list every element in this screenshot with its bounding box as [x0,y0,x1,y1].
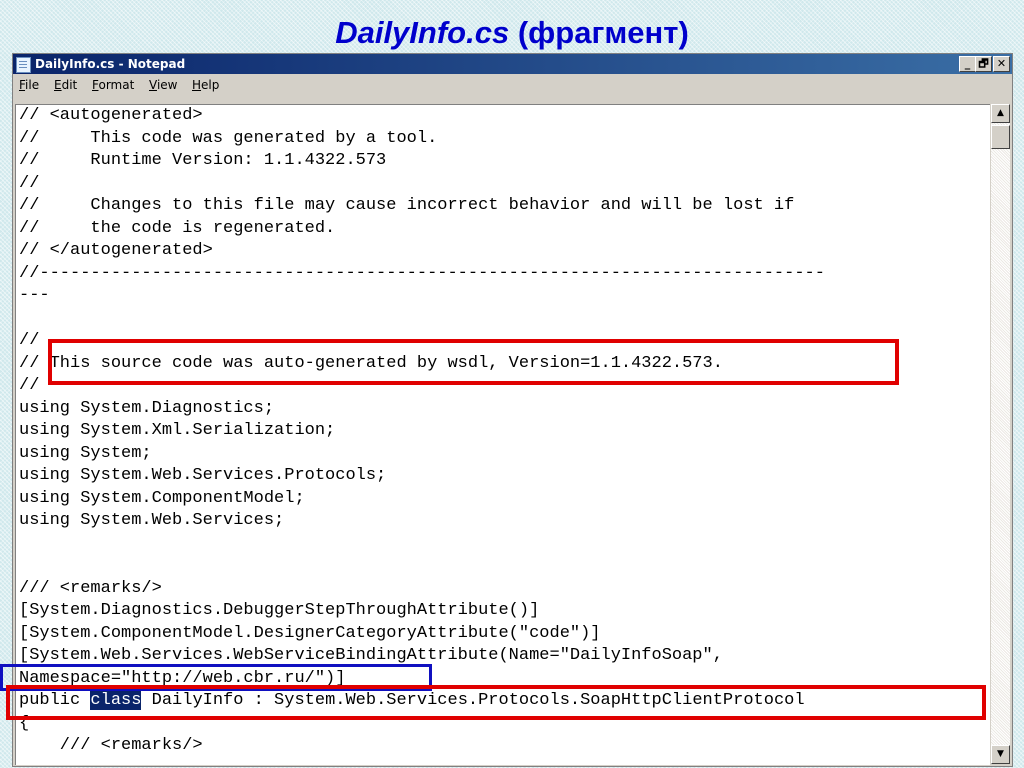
scroll-up-button[interactable]: ▲ [991,104,1010,123]
code-line: using System; [19,443,152,463]
code-line: [System.Diagnostics.DebuggerStepThroughA… [19,601,540,620]
code-line: // [19,331,40,350]
code-line: //--------------------------------------… [19,263,825,283]
code-line: using System.Web.Services; [19,511,285,530]
slide-title-note: (фрагмент) [517,15,689,50]
menu-file[interactable]: File [19,78,39,92]
close-button[interactable]: ✕ [993,56,1010,72]
menu-edit[interactable]: Edit [54,78,77,92]
window-title: DailyInfo.cs - Notepad [35,57,186,71]
minimize-button[interactable]: _ [959,56,976,72]
code-line: using System.Web.Services.Protocols; [19,466,387,485]
menu-bar: File Edit Format View Help [13,75,1012,94]
code-line: /// <remarks/> [19,578,162,598]
restore-button[interactable]: 🗗 [975,56,992,72]
code-line: // </autogenerated> [19,241,213,260]
code-line: // [19,173,40,193]
code-line: using System.Xml.Serialization; [19,421,336,440]
code-line: --- [19,286,50,305]
code-line: // [19,376,40,395]
wsdl-version-highlight [48,339,899,385]
code-line: // Runtime Version: 1.1.4322.573 [19,151,387,170]
menu-view[interactable]: View [149,78,177,92]
code-line: using System.Diagnostics; [19,398,275,418]
notepad-icon[interactable] [16,57,31,73]
code-line: // This code was generated by a tool. [19,128,438,148]
slide-title: DailyInfo.cs (фрагмент) [0,10,1024,56]
code-line: using System.ComponentModel; [19,488,305,508]
scroll-down-button[interactable]: ▼ [991,745,1010,764]
scroll-thumb[interactable] [991,125,1010,149]
vertical-scrollbar[interactable]: ▲ ▼ [991,104,1010,764]
slide-title-filename: DailyInfo.cs [335,15,510,50]
window-titlebar[interactable]: DailyInfo.cs - Notepad _ 🗗 ✕ [13,54,1012,74]
notepad-window: DailyInfo.cs - Notepad _ 🗗 ✕ File Edit F… [12,53,1013,767]
code-line: // the code is regenerated. [19,218,336,238]
code-line: // <autogenerated> [19,106,203,125]
code-line: // Changes to this file may cause incorr… [19,196,795,215]
code-line: [System.ComponentModel.DesignerCategoryA… [19,623,601,643]
menu-format[interactable]: Format [92,78,134,92]
code-line: /// <remarks/> [19,736,203,755]
class-declaration-highlight [6,685,986,720]
menu-help[interactable]: Help [192,78,219,92]
